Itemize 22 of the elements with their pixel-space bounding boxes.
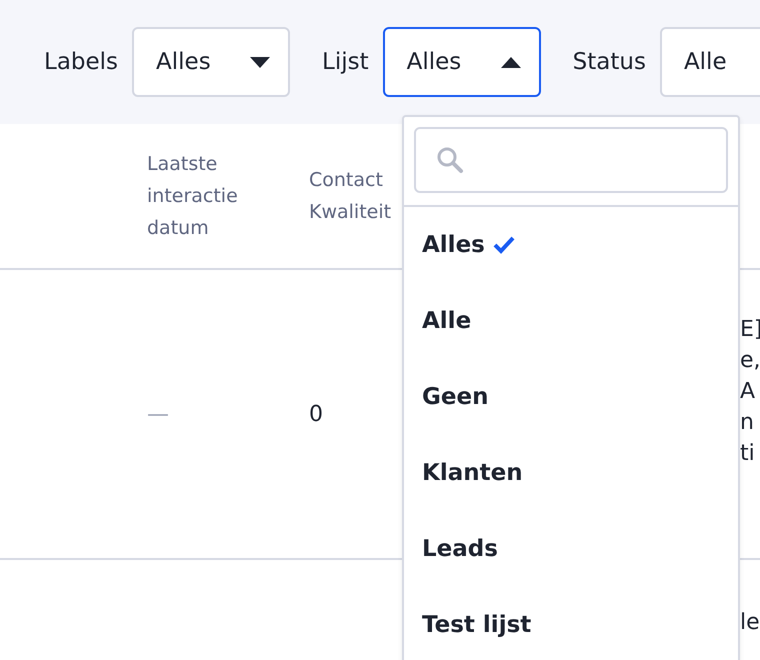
- caret-down-icon: [250, 56, 270, 68]
- filter-dropdown[interactable]: Alle: [660, 27, 760, 97]
- caret-up-icon: [500, 56, 521, 68]
- menu-item[interactable]: Geen: [422, 384, 488, 410]
- column-header: Laatste interactie datum: [147, 152, 239, 241]
- menu-item[interactable]: Test lijst: [422, 612, 532, 638]
- search-icon: [436, 146, 464, 174]
- filter-label: Lijst: [322, 49, 369, 75]
- column-header: Contact Kwaliteit: [309, 168, 392, 225]
- table-cell-text: 0: [309, 402, 324, 426]
- menu-item[interactable]: Leads: [422, 536, 498, 562]
- table-cell-text: le: [740, 609, 760, 635]
- filter-dropdown[interactable]: Alles: [382, 27, 541, 97]
- check-icon: [492, 236, 515, 254]
- filter-label: Status: [572, 49, 646, 75]
- search-field[interactable]: [414, 127, 728, 193]
- menu-item[interactable]: Alle: [422, 308, 472, 334]
- filter-label: Labels: [44, 49, 118, 75]
- menu-item[interactable]: Klanten: [422, 460, 523, 486]
- filter-dropdown[interactable]: Alles: [132, 27, 290, 97]
- table-cell-text: —: [147, 402, 170, 426]
- menu-item[interactable]: Alles: [422, 232, 515, 258]
